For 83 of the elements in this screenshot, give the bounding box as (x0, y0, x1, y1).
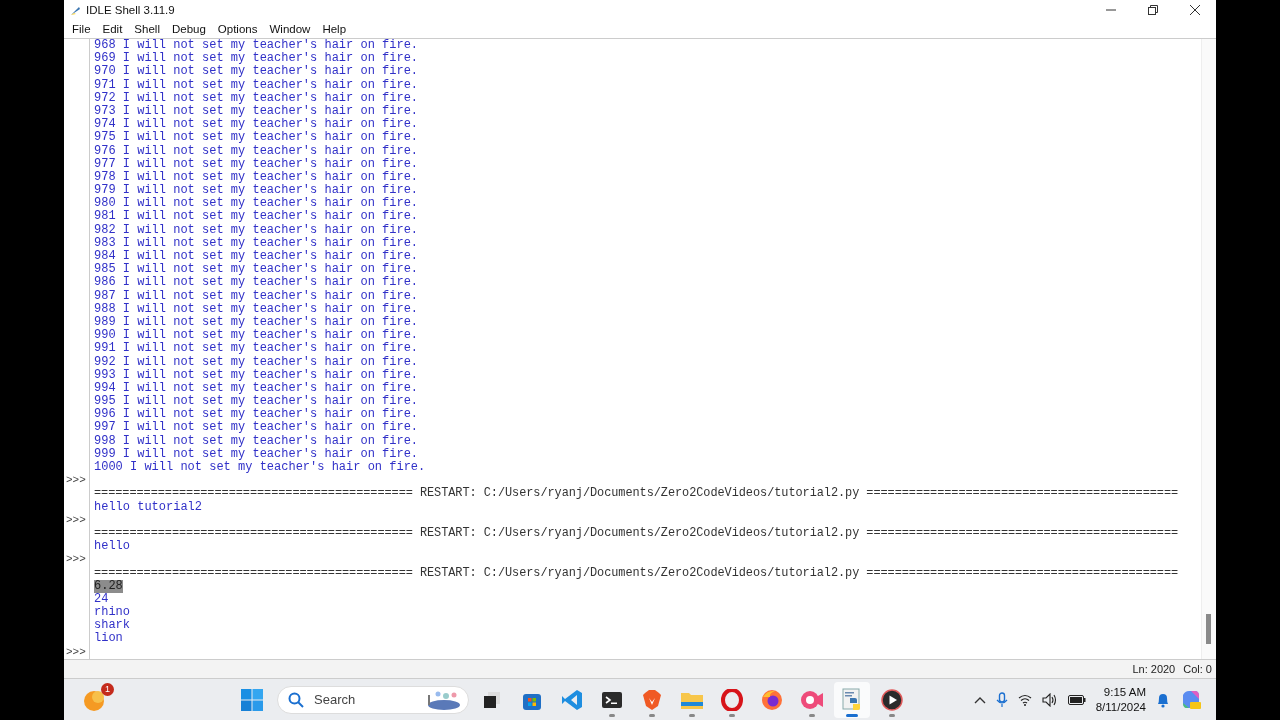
output-line: 999 I will not set my teacher's hair on fire. (94, 447, 419, 461)
menu-item[interactable]: Window (263, 23, 317, 35)
terminal-icon (601, 689, 623, 710)
output-line: 991 I will not set my teacher's hair on fire. (94, 342, 419, 356)
output-line: 986 I will not set my teacher's hair on fire. (94, 276, 419, 290)
lion-shield-icon (642, 688, 662, 711)
clock-date[interactable]: 8/11/2024 (1095, 699, 1146, 715)
restore-icon (1148, 5, 1158, 15)
output-line: 982 I will not set my teacher's hair on fire. (94, 223, 419, 237)
restart-line: ============================================= RESTART: C:/Users/ryanj/Documents/Zero2CodeVideos/tutorial2.py ============================================ (94, 566, 1179, 580)
output-line: hello tutorial2 (94, 500, 203, 514)
notification-badge: 1 (101, 682, 114, 696)
output-line: 977 I will not set my teacher's hair on fire. (94, 157, 419, 171)
output-line: 24 (94, 592, 109, 606)
microphone-icon[interactable] (995, 691, 1008, 708)
python-document-icon (841, 687, 863, 712)
selected-output: 6.28 (94, 579, 123, 593)
output-line: 983 I will not set my teacher's hair on fire. (94, 236, 419, 250)
output-line: 972 I will not set my teacher's hair on fire. (94, 91, 419, 105)
output-line: 980 I will not set my teacher's hair on fire. (94, 197, 419, 211)
menu-item[interactable]: Shell (128, 23, 166, 35)
output-line: 975 I will not set my teacher's hair on fire. (94, 131, 419, 145)
output-line: 993 I will not set my teacher's hair on fire. (94, 368, 419, 382)
shell-prompt: >>> (66, 553, 86, 567)
output-line: 973 I will not set my teacher's hair on fire. (94, 104, 419, 118)
restart-line: ============================================= RESTART: C:/Users/ryanj/Documents/Zero2CodeVideos/tutorial2.py ============================================ (94, 487, 1179, 501)
code-editor-icon (561, 688, 583, 711)
search-icon (288, 691, 304, 708)
output-line: 994 I will not set my teacher's hair on fire. (94, 381, 419, 395)
menu-item[interactable]: Edit (96, 23, 129, 35)
output-line: 979 I will not set my teacher's hair on fire. (94, 184, 419, 198)
output-line: 996 I will not set my teacher's hair on fire. (94, 408, 419, 422)
menu-item[interactable]: File (66, 23, 97, 35)
output-line: 978 I will not set my teacher's hair on fire. (94, 170, 419, 184)
wifi-icon[interactable] (1017, 693, 1032, 706)
output-line: rhino (94, 606, 130, 620)
output-line: 990 I will not set my teacher's hair on fire. (94, 329, 419, 343)
output-line: 989 I will not set my teacher's hair on fire. (94, 315, 419, 329)
search-field[interactable]: Search (312, 691, 396, 708)
output-line: 1000 I will not set my teacher's hair on fire. (94, 461, 426, 475)
play-icon (881, 688, 903, 711)
battery-icon[interactable] (1067, 694, 1086, 705)
close-icon (1190, 5, 1200, 15)
output-line: 969 I will not set my teacher's hair on fire. (94, 52, 419, 66)
output-line: 987 I will not set my teacher's hair on fire. (94, 289, 419, 303)
line-number-status: Ln: 2020 (1132, 663, 1176, 675)
output-line: 981 I will not set my teacher's hair on fire. (94, 210, 419, 224)
column-status: Col: 0 (1183, 663, 1212, 675)
shell-prompt: >>> (66, 474, 86, 488)
bell-icon[interactable] (1156, 691, 1170, 708)
window-title: IDLE Shell 3.11.9 (86, 4, 175, 16)
output-line: 998 I will not set my teacher's hair on fire. (94, 434, 419, 448)
shell-prompt: >>> (66, 645, 86, 659)
ring-letter-icon (721, 688, 743, 711)
camera-record-icon (800, 688, 824, 711)
shell-prompt: >>> (66, 513, 86, 527)
output-line: 992 I will not set my teacher's hair on fire. (94, 355, 419, 369)
menu-item[interactable]: Help (316, 23, 353, 35)
output-line: 970 I will not set my teacher's hair on fire. (94, 65, 419, 79)
menu-item[interactable]: Debug (165, 23, 212, 35)
restart-line: ============================================= RESTART: C:/Users/ryanj/Documents/Zero2CodeVideos/tutorial2.py ============================================ (94, 526, 1179, 540)
output-line: 974 I will not set my teacher's hair on fire. (94, 118, 419, 132)
fox-globe-icon (761, 688, 783, 711)
output-line: hello (94, 540, 130, 554)
scrollbar[interactable] (1201, 39, 1216, 659)
menu-item[interactable]: Options (211, 23, 264, 35)
scrollbar-thumb[interactable] (1206, 614, 1211, 644)
clock-time[interactable]: 9:15 AM (1103, 684, 1146, 700)
output-line: 971 I will not set my teacher's hair on fire. (94, 78, 419, 92)
volume-icon[interactable] (1041, 692, 1058, 707)
output-line: 997 I will not set my teacher's hair on fire. (94, 421, 419, 435)
output-line: 985 I will not set my teacher's hair on fire. (94, 263, 419, 277)
output-line: 968 I will not set my teacher's hair on fire. (94, 39, 419, 52)
output-line: 995 I will not set my teacher's hair on fire. (94, 395, 419, 409)
copilot-icon[interactable] (1180, 688, 1202, 711)
chevron-up-icon[interactable] (973, 695, 986, 704)
output-line: 988 I will not set my teacher's hair on fire. (94, 302, 419, 316)
output-line: shark (94, 619, 130, 633)
windows-stack-icon (482, 689, 502, 710)
output-line: lion (94, 632, 123, 646)
output-line: 984 I will not set my teacher's hair on fire. (94, 250, 419, 263)
search-bar[interactable]: Search (277, 685, 469, 714)
output-line: 976 I will not set my teacher's hair on fire. (94, 144, 419, 158)
